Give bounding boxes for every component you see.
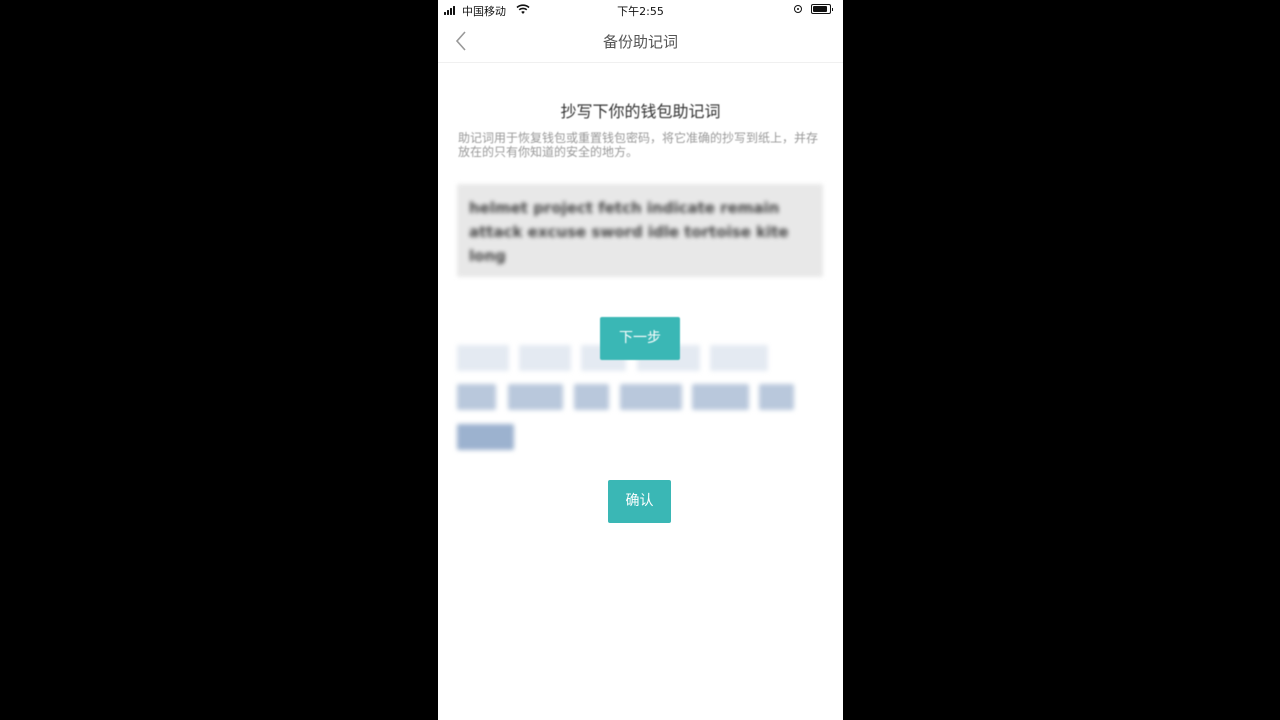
nav-bar: 备份助记词: [438, 20, 843, 63]
status-bar: 中国移动 下午2:55: [438, 0, 843, 20]
status-time: 下午2:55: [617, 5, 664, 18]
next-button[interactable]: 下一步: [600, 317, 680, 360]
mnemonic-box: helmet project fetch indicate remain att…: [457, 184, 823, 277]
main-content: 抄写下你的钱包助记词 助记词用于恢复钱包或重置钱包密码，将它准确的抄写到纸上，并…: [438, 62, 843, 720]
word-chip[interactable]: [457, 384, 496, 410]
word-chip[interactable]: [574, 384, 609, 410]
battery-icon: [811, 4, 833, 14]
word-chip[interactable]: [519, 345, 571, 371]
word-chip[interactable]: [457, 424, 514, 450]
description-text: 助记词用于恢复钱包或重置钱包密码，将它准确的抄写到纸上，并存放在的只有你知道的安…: [458, 131, 819, 159]
phone-screen: 中国移动 下午2:55 备份助记词 抄写下你的钱包助记词 助记词用于恢复钱包或重…: [438, 0, 843, 720]
word-chip[interactable]: [710, 345, 768, 371]
word-chip[interactable]: [457, 345, 509, 371]
word-chip[interactable]: [692, 384, 749, 410]
word-chip[interactable]: [508, 384, 563, 410]
section-heading: 抄写下你的钱包助记词: [560, 102, 721, 121]
word-chip[interactable]: [759, 384, 794, 410]
orientation-lock-icon: [794, 5, 802, 13]
page-title: 备份助记词: [602, 33, 678, 51]
confirm-button[interactable]: 确认: [608, 480, 671, 523]
word-chip[interactable]: [620, 384, 682, 410]
